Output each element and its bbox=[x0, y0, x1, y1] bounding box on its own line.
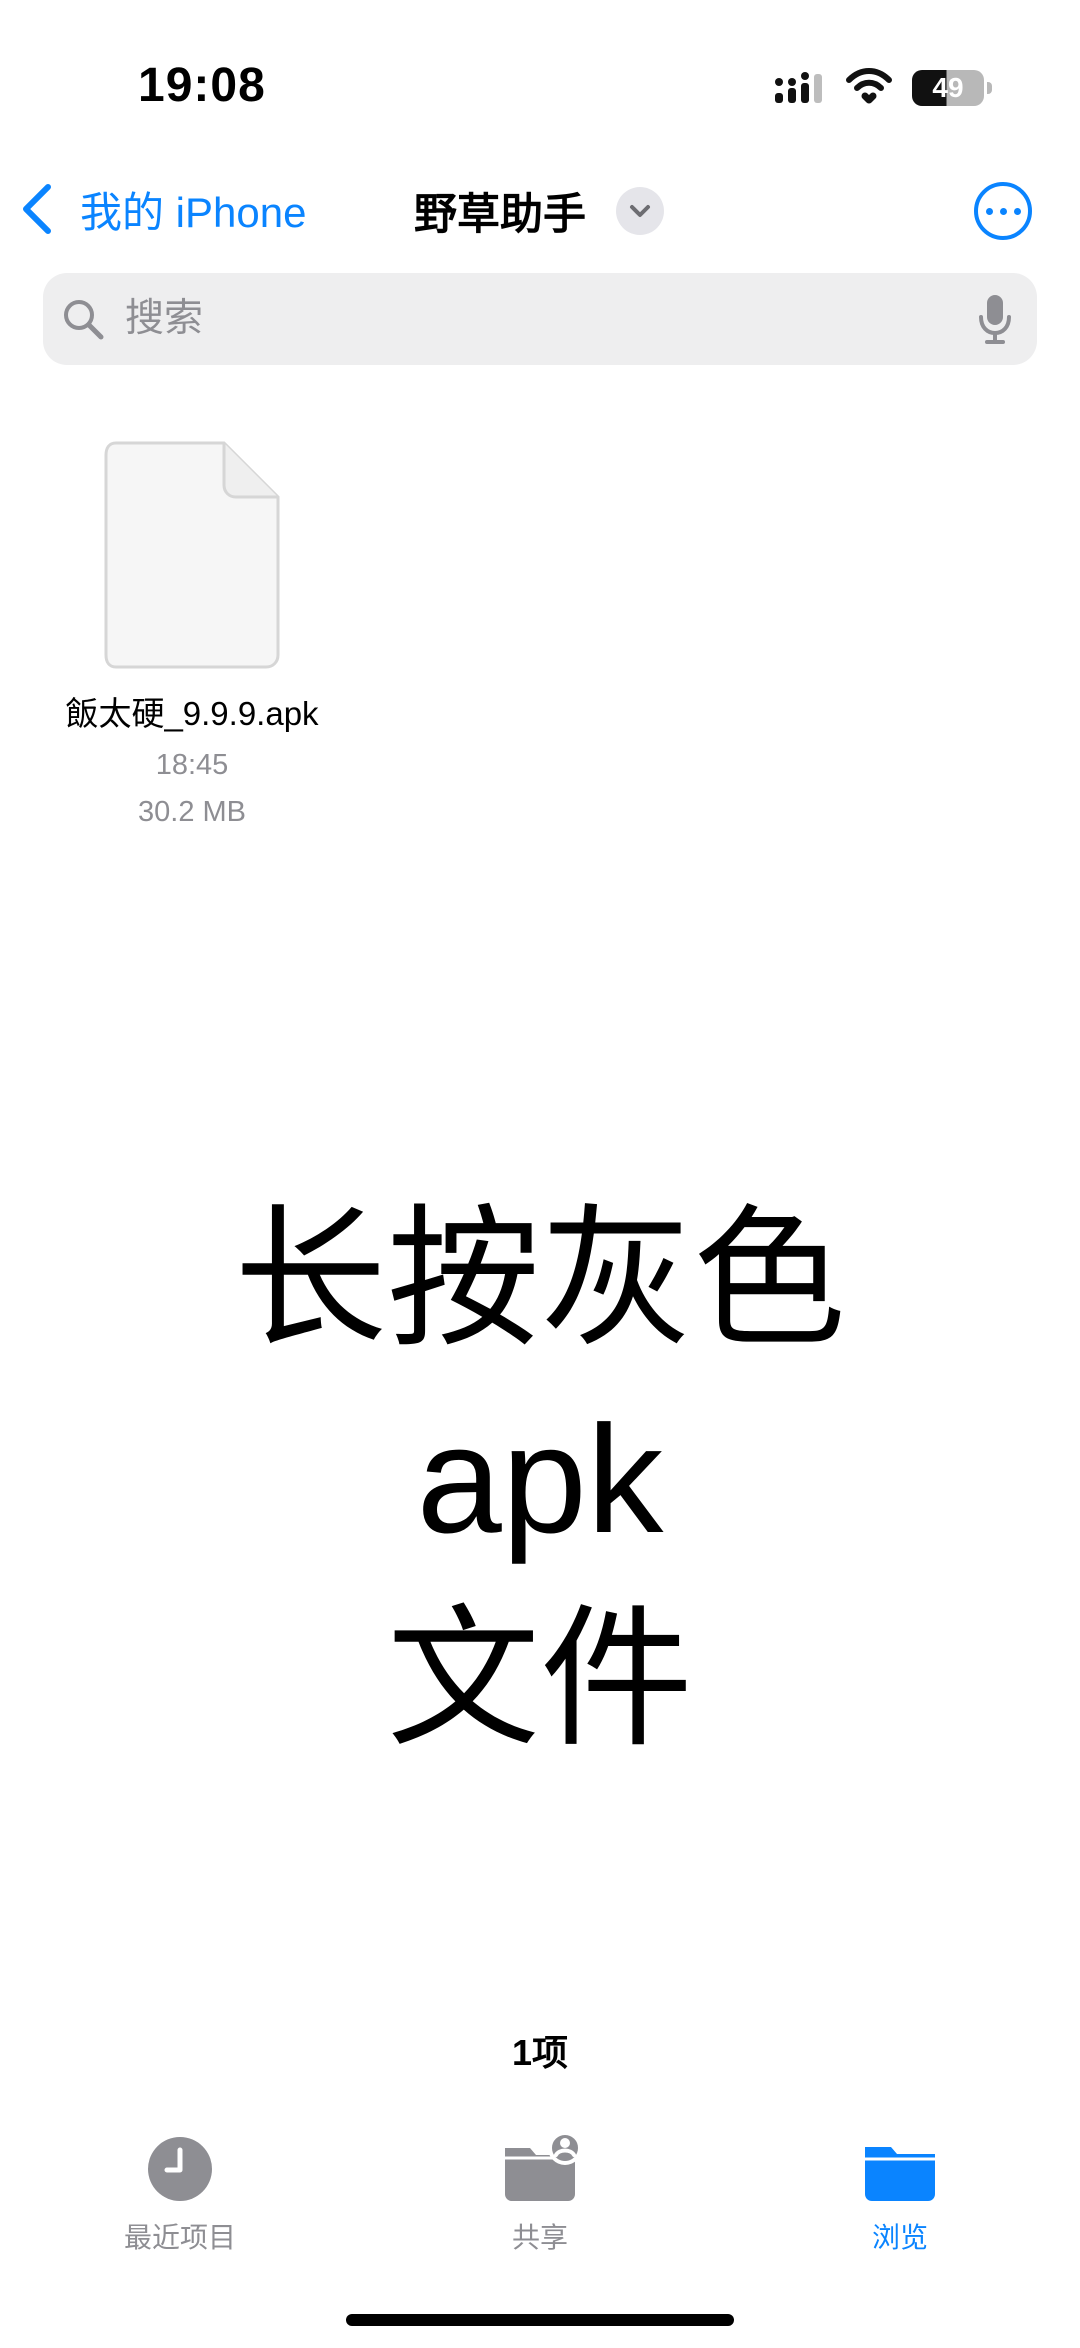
tab-label: 共享 bbox=[511, 2222, 568, 2253]
dropdown-button[interactable] bbox=[616, 187, 664, 235]
tab-browse[interactable]: 浏览 bbox=[790, 2130, 1010, 2256]
microphone-icon[interactable] bbox=[977, 293, 1013, 345]
tab-bar: 最近项目 共享 浏览 bbox=[0, 2130, 1080, 2280]
item-count: 1项 bbox=[511, 2032, 569, 2073]
status-time: 19:08 bbox=[138, 59, 266, 112]
file-item[interactable]: 飯太硬_9.9.9.apk 18:45 30.2 MB bbox=[42, 441, 342, 829]
page-title: 野草助手 bbox=[414, 191, 586, 239]
document-icon bbox=[104, 441, 280, 669]
navigation-bar: 我的 iPhone 野草助手 bbox=[0, 160, 1080, 260]
chevron-left-icon bbox=[23, 184, 51, 234]
battery-icon: 49 bbox=[912, 70, 984, 106]
clock-icon bbox=[148, 2137, 212, 2201]
folder-icon bbox=[865, 2147, 935, 2201]
search-input[interactable] bbox=[123, 296, 977, 342]
instruction-overlay: 长按灰色apk 文件 bbox=[140, 1180, 940, 1780]
status-bar: 19:08 49 bbox=[0, 0, 1080, 150]
file-name: 飯太硬_9.9.9.apk bbox=[65, 695, 319, 732]
battery-tip bbox=[987, 82, 992, 94]
chevron-down-icon bbox=[630, 205, 650, 217]
search-icon bbox=[64, 300, 104, 340]
tab-label: 最近项目 bbox=[123, 2222, 236, 2253]
tab-shared[interactable]: 共享 bbox=[430, 2130, 650, 2256]
instruction-line: 长按灰色apk bbox=[233, 1194, 846, 1565]
more-icon-dot bbox=[1013, 207, 1021, 215]
folder-title-menu[interactable]: 野草助手 bbox=[414, 180, 664, 242]
back-label: 我的 iPhone bbox=[80, 188, 307, 236]
more-icon-dot bbox=[985, 207, 993, 215]
wifi-icon bbox=[846, 68, 892, 104]
cellular-signal-icon bbox=[775, 72, 822, 103]
file-size: 30.2 MB bbox=[138, 796, 246, 828]
more-icon-dot bbox=[999, 207, 1007, 215]
tab-recent[interactable]: 最近项目 bbox=[70, 2130, 290, 2256]
tab-label: 浏览 bbox=[871, 2222, 928, 2253]
back-button[interactable]: 我的 iPhone bbox=[18, 178, 306, 240]
file-modified-time: 18:45 bbox=[155, 749, 229, 781]
search-bar[interactable] bbox=[43, 273, 1037, 365]
home-indicator[interactable] bbox=[346, 2314, 734, 2326]
instruction-line: 文件 bbox=[386, 1594, 693, 1765]
more-button[interactable] bbox=[974, 182, 1032, 240]
shared-folder-icon bbox=[505, 2131, 579, 2201]
